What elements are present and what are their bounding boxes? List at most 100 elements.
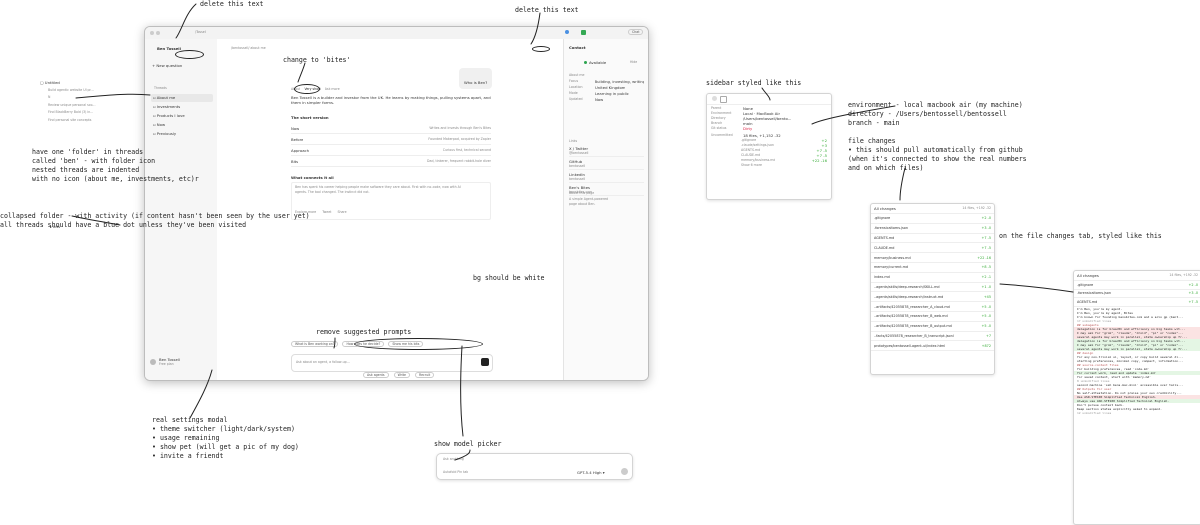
link-sub: bentossell bbox=[569, 177, 586, 181]
connects-link[interactable]: Share bbox=[337, 210, 346, 214]
thread-item[interactable]: ▫ About me bbox=[151, 94, 213, 102]
status-dot bbox=[584, 61, 587, 64]
thread-item[interactable]: ▫ Products I love bbox=[151, 112, 213, 120]
model-select[interactable]: GPT-5.4 High ▾ bbox=[577, 470, 605, 475]
annotation-environment: environment - local macbook air (my mach… bbox=[848, 101, 1023, 128]
hide-link[interactable]: Hide bbox=[630, 60, 637, 65]
fc-file-row[interactable]: .forensicaitoms.json +3 -0 bbox=[871, 224, 994, 234]
sketch-thread[interactable]: Review unique personal sco... bbox=[40, 103, 102, 108]
thread-item[interactable]: ▫ Investments bbox=[151, 103, 213, 111]
about-title: About me bbox=[569, 73, 585, 77]
fc-file-row[interactable]: CLAUDE.md +7 -5 bbox=[871, 243, 994, 254]
annotation-sidebar-style: sidebar styled like this bbox=[706, 79, 802, 87]
row-value: Curious first, technical second bbox=[442, 147, 491, 152]
fc-file-row[interactable]: .gitignore +2 -0 bbox=[871, 214, 994, 224]
row-key: Bits bbox=[291, 158, 299, 164]
chat-input-placeholder: Ask about an agent, a follow-up… bbox=[296, 360, 350, 364]
diff-file-row[interactable]: AGENTS.md +7 -5 bbox=[1074, 298, 1200, 307]
fc-file-row[interactable]: ..artifacts/42055878_researcher_B_output… bbox=[871, 322, 994, 332]
sketch-thread[interactable]: Find BlackBerry Bold (3) in... bbox=[40, 110, 102, 115]
files-icon[interactable] bbox=[720, 96, 727, 103]
new-question-button[interactable]: + New question bbox=[152, 63, 182, 68]
window-dot[interactable] bbox=[156, 31, 160, 35]
annotation-delete-right: delete this text bbox=[515, 6, 579, 14]
ann-env-line: branch - main bbox=[848, 119, 900, 127]
ann-fc-line: file changes bbox=[848, 137, 896, 145]
diff-filter[interactable]: All changes bbox=[1077, 273, 1099, 278]
fc-file-row[interactable]: ..artifacts/42055878_researcher_B_web.md… bbox=[871, 312, 994, 322]
link-row[interactable]: LinkedIn bentossell bbox=[569, 172, 644, 183]
diff-line: I may ask for "grok", "claude", "droid",… bbox=[1074, 342, 1200, 347]
uncommitted-label: Uncommitted bbox=[711, 133, 733, 137]
fc-file-row[interactable]: index.md +2 -1 bbox=[871, 273, 994, 283]
thread-label: About me bbox=[156, 95, 176, 101]
threads-header: Threads bbox=[154, 86, 167, 90]
fc-filter[interactable]: All changes bbox=[874, 206, 896, 211]
thread-label: Previously bbox=[156, 130, 177, 136]
sketch-thread[interactable]: Find personal site concepts bbox=[40, 118, 102, 123]
sketch-thread[interactable]: N bbox=[40, 95, 102, 100]
send-icon[interactable] bbox=[481, 358, 489, 366]
fc-file-row[interactable]: ..agents/skills/deep-research/instruct.m… bbox=[871, 292, 994, 303]
chat-button[interactable]: Chat bbox=[628, 29, 644, 35]
short-version-row: Now Writes and invests through Ben's Bite… bbox=[291, 123, 491, 134]
footer-text: A simple Agent-powered page about Ben. bbox=[569, 197, 644, 207]
fc-file-row[interactable]: AGENTS.md +7 -5 bbox=[871, 234, 994, 244]
about-value: United Kingdom bbox=[595, 85, 626, 90]
window-dot[interactable] bbox=[150, 31, 154, 35]
diff-file-row[interactable]: .forensicaitoms.json +3 -0 bbox=[1074, 290, 1200, 298]
diff-line: 12 unmodified lines bbox=[1077, 410, 1112, 415]
mode-tab[interactable]: Write bbox=[393, 372, 410, 378]
mode-tab[interactable]: Recruit bbox=[415, 372, 435, 378]
sketch-thread[interactable]: Build agentic website UI pr... bbox=[40, 88, 102, 93]
fc-file-delta: +5 -0 bbox=[981, 304, 991, 309]
status-text: Available bbox=[589, 60, 607, 65]
link-row[interactable]: X / Twitter @bentossell bbox=[569, 146, 644, 157]
diff-file-row[interactable]: .gitignore +2 -0 bbox=[1074, 281, 1200, 290]
annotation-bg-white: bg should be white bbox=[473, 274, 545, 282]
mock-key: Git status bbox=[711, 126, 727, 130]
about-row: Updated Now bbox=[569, 97, 644, 102]
fc-file-row[interactable]: memory/current.md +8 -5 bbox=[871, 263, 994, 273]
annotation-delete-left: delete this text bbox=[200, 0, 264, 8]
diff-file-delta: +7 -5 bbox=[1188, 299, 1198, 304]
answer-tab[interactable]: Ask more bbox=[325, 87, 340, 92]
fc-file-row[interactable]: ..facts/42055878_researcher_B_transcript… bbox=[871, 332, 994, 342]
connects-link[interactable]: Tweet bbox=[322, 210, 331, 214]
link-row[interactable]: GitHub bentossell bbox=[569, 159, 644, 170]
fc-file-row[interactable]: prototypes/bentossell-agent-ui/index.htm… bbox=[871, 341, 994, 352]
thread-item[interactable]: ▫ Now bbox=[151, 120, 213, 128]
mode-tab[interactable]: Ask agents bbox=[363, 372, 389, 378]
status-dot bbox=[565, 30, 569, 34]
diff-line: starting preferences, minimal copy, comp… bbox=[1077, 358, 1184, 363]
fc-file-row[interactable]: memory/business.md +22 -16 bbox=[871, 253, 994, 263]
fc-file-row[interactable]: ..artifacts/42055878_researcher_A_claud.… bbox=[871, 302, 994, 312]
chat-input[interactable]: Ask about an agent, a follow-up… bbox=[291, 354, 493, 372]
fc-file-row[interactable]: ..agents/skills/deep-research/SKILL.md +1… bbox=[871, 283, 994, 293]
fc-file-delta: +7 -5 bbox=[981, 245, 991, 250]
path-label: /Tossell bbox=[195, 30, 207, 34]
about-key: Location bbox=[569, 85, 583, 89]
avatar[interactable] bbox=[150, 359, 156, 365]
thread-label: Now bbox=[156, 121, 166, 127]
annotation-model-picker: show model picker bbox=[434, 440, 502, 448]
link-sub: bentossell bbox=[569, 164, 586, 168]
fc-file-name: .forensicaitoms.json bbox=[874, 226, 908, 231]
about-value: Learning in public bbox=[595, 91, 629, 96]
branch-icon[interactable] bbox=[581, 30, 586, 35]
thread-item[interactable]: ▫ Previously bbox=[151, 129, 213, 137]
fc-file-delta: +872 bbox=[981, 343, 991, 348]
mp-left-label[interactable]: Autofold Pin tab bbox=[443, 470, 468, 475]
suggested-prompt[interactable]: What is Ben working on? bbox=[291, 341, 339, 347]
fc-file-delta: +45 bbox=[983, 294, 991, 299]
circled-annotation bbox=[175, 50, 204, 59]
folder-row[interactable]: ▢ Untitled bbox=[40, 80, 102, 85]
show-more[interactable]: Show 6 more bbox=[711, 163, 827, 168]
fc-file-delta: +2 -0 bbox=[981, 216, 991, 221]
ann-collapsed-line: collapsed folder - with activity (if con… bbox=[0, 212, 310, 220]
send-icon[interactable] bbox=[621, 468, 628, 475]
mock-row: Git status Dirty bbox=[711, 126, 827, 131]
info-icon[interactable] bbox=[712, 96, 717, 101]
diff-file-name: .forensicaitoms.json bbox=[1077, 291, 1111, 296]
diff-file-name: .gitignore bbox=[1077, 282, 1094, 287]
